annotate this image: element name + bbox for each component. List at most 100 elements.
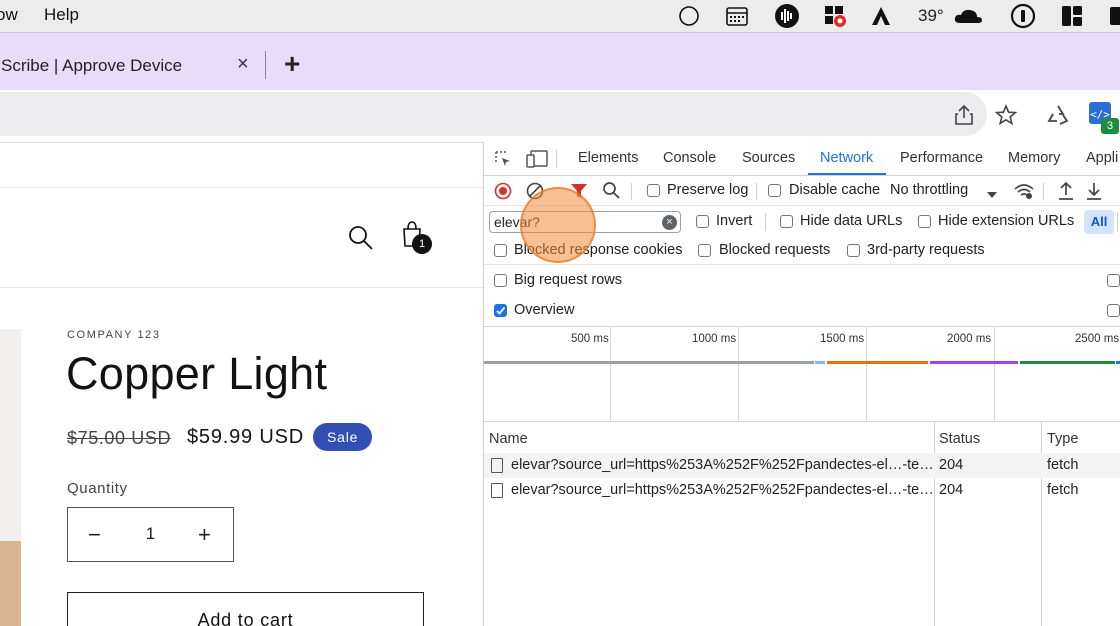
tab-title[interactable]: Scribe | Approve Device — [1, 56, 182, 76]
request-name: elevar?source_url=https%253A%252F%252Fpa… — [511, 457, 934, 473]
increase-quantity-button[interactable]: + — [198, 522, 211, 548]
document-icon — [491, 458, 503, 473]
tab-close-icon[interactable]: × — [237, 53, 249, 76]
request-status: 204 — [939, 457, 964, 473]
timeline-tick: 1500 ms — [820, 333, 865, 345]
share-icon[interactable] — [952, 103, 976, 127]
timeline-tick: 2000 ms — [947, 333, 992, 345]
quantity-label: Quantity — [67, 480, 128, 497]
timeline-bar — [1116, 361, 1120, 364]
device-toolbar-icon[interactable] — [525, 149, 549, 173]
invert-checkbox[interactable] — [696, 215, 709, 228]
tab-sources[interactable]: Sources — [742, 150, 795, 166]
overview-checkbox[interactable] — [494, 304, 507, 317]
big-request-rows-checkbox[interactable] — [494, 274, 507, 287]
tab-elements[interactable]: Elements — [578, 150, 638, 166]
timeline-bar — [815, 361, 825, 364]
chevron-down-icon[interactable] — [986, 187, 998, 203]
big-request-rows-label: Big request rows — [514, 272, 622, 288]
search-icon[interactable] — [348, 225, 374, 256]
blocked-response-cookies-checkbox[interactable] — [494, 244, 507, 257]
tab-memory[interactable]: Memory — [1008, 150, 1060, 166]
sale-badge: Sale — [313, 423, 373, 451]
table-row[interactable]: elevar?source_url=https%253A%252F%252Fpa… — [484, 453, 1120, 478]
circle-status-icon[interactable] — [678, 4, 700, 28]
timeline-bar — [930, 361, 1018, 364]
weather-temp[interactable]: 39° — [918, 4, 944, 28]
column-name[interactable]: Name — [489, 431, 528, 447]
document-icon — [491, 483, 503, 498]
table-row[interactable]: elevar?source_url=https%253A%252F%252Fpa… — [484, 478, 1120, 503]
product-image[interactable] — [0, 329, 21, 626]
export-har-icon[interactable] — [1085, 181, 1103, 205]
product-title: Copper Light — [66, 348, 328, 399]
network-conditions-icon[interactable] — [1013, 181, 1035, 205]
store-page: 1 COMPANY 123 Copper Light $75.00 USD $5… — [0, 142, 483, 626]
menu-help[interactable]: Help — [44, 5, 79, 25]
timeline-tick: 1000 ms — [692, 333, 737, 345]
resource-type-all-button[interactable]: All — [1084, 210, 1114, 234]
timeline-bar — [827, 361, 928, 364]
screenshots-checkbox[interactable] — [1107, 304, 1120, 317]
disable-cache-checkbox[interactable] — [768, 184, 781, 197]
tab-console[interactable]: Console — [663, 150, 716, 166]
header-divider — [0, 287, 483, 288]
app-grid-record-icon[interactable] — [823, 4, 849, 28]
tab-performance[interactable]: Performance — [900, 150, 983, 166]
calendar-icon[interactable] — [725, 4, 749, 28]
hide-extension-urls-checkbox[interactable] — [918, 215, 931, 228]
regular-price: $75.00 USD — [67, 428, 172, 448]
clear-filter-icon[interactable]: × — [662, 215, 677, 230]
new-tab-button[interactable]: + — [284, 48, 300, 80]
hide-data-urls-checkbox[interactable] — [780, 215, 793, 228]
requests-table-header: Name Status Type — [484, 422, 1120, 454]
tab-network[interactable]: Network — [820, 150, 873, 166]
recycle-extension-icon[interactable] — [1046, 103, 1070, 127]
inspect-element-icon[interactable] — [493, 149, 513, 173]
devtools-tab-bar: Elements Console Sources Network Perform… — [484, 142, 1120, 176]
column-type[interactable]: Type — [1047, 431, 1078, 447]
disable-cache-label: Disable cache — [789, 182, 881, 198]
click-highlight — [520, 187, 596, 263]
import-har-icon[interactable] — [1057, 181, 1075, 205]
preserve-log-label: Preserve log — [667, 182, 749, 198]
preserve-log-checkbox[interactable] — [647, 184, 660, 197]
tab-strip: Scribe | Approve Device × + — [0, 32, 1120, 90]
add-to-cart-button[interactable]: Add to cart — [67, 592, 424, 626]
third-party-requests-checkbox[interactable] — [847, 244, 860, 257]
settings-divider — [484, 264, 1120, 265]
network-overview[interactable]: 500 ms 1000 ms 1500 ms 2000 ms 2500 ms — [484, 326, 1120, 423]
menu-bar: ow Help 39° — [0, 0, 1120, 32]
password-manager-icon[interactable] — [1010, 3, 1036, 29]
header-divider — [0, 187, 483, 188]
overview-label: Overview — [514, 302, 575, 318]
cloud-icon[interactable] — [952, 4, 984, 28]
record-stop-icon[interactable] — [494, 182, 512, 204]
bookmark-star-icon[interactable] — [994, 103, 1018, 127]
timeline-tick: 500 ms — [571, 333, 609, 345]
group-by-frame-checkbox[interactable] — [1107, 274, 1120, 287]
audio-wave-icon[interactable] — [774, 4, 800, 28]
third-party-requests-label: 3rd-party requests — [867, 242, 985, 258]
tiles-app-icon[interactable] — [1060, 4, 1084, 28]
search-network-icon[interactable] — [602, 181, 621, 204]
product-vendor: COMPANY 123 — [67, 329, 161, 341]
arrow-logo-icon[interactable] — [870, 4, 892, 28]
hide-extension-urls-label: Hide extension URLs — [938, 213, 1075, 229]
hide-data-urls-label: Hide data URLs — [800, 213, 903, 229]
timeline-bar — [484, 361, 814, 364]
column-status[interactable]: Status — [939, 431, 980, 447]
invert-label: Invert — [716, 213, 753, 229]
tab-application[interactable]: Appli — [1086, 150, 1118, 166]
address-bar[interactable] — [0, 92, 987, 136]
quantity-stepper: − 1 + — [67, 507, 234, 562]
menu-extra-icon[interactable] — [1108, 4, 1120, 28]
timeline-bar — [1020, 361, 1115, 364]
extension-badge: 3 — [1101, 118, 1119, 134]
menu-window[interactable]: ow — [0, 5, 18, 25]
blocked-requests-checkbox[interactable] — [698, 244, 711, 257]
browser-toolbar: </> 3 — [0, 90, 1120, 142]
cart-count-badge: 1 — [412, 234, 432, 254]
blocked-requests-label: Blocked requests — [719, 242, 831, 258]
throttling-select[interactable]: No throttling — [890, 182, 968, 198]
